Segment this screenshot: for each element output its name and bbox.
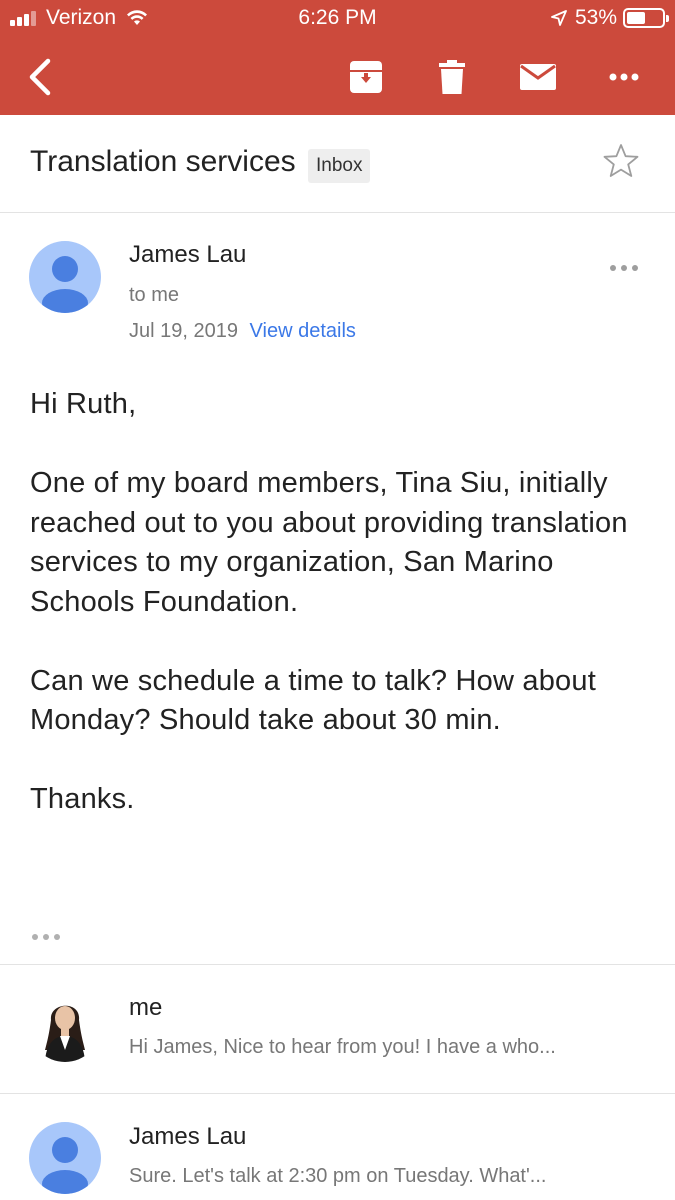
divider xyxy=(0,964,675,965)
subject-row: Translation services Inbox xyxy=(0,115,675,213)
trash-icon[interactable] xyxy=(432,38,472,115)
thread-snippet: Sure. Let's talk at 2:30 pm on Tuesday. … xyxy=(129,1165,547,1187)
battery-percent: 53% xyxy=(574,6,617,29)
email-subject: Translation services xyxy=(30,145,296,178)
paragraph-2: Can we schedule a time to talk? How abou… xyxy=(30,664,596,737)
back-arrow-icon[interactable] xyxy=(20,38,60,115)
app-header: Verizon 6:26 PM 53% xyxy=(0,0,675,115)
view-details-link[interactable]: View details xyxy=(250,320,356,342)
location-arrow-icon xyxy=(551,10,567,26)
star-icon[interactable] xyxy=(603,143,639,184)
message-more-icon[interactable] xyxy=(609,259,639,277)
status-bar: Verizon 6:26 PM 53% xyxy=(0,0,675,38)
inbox-label[interactable]: Inbox xyxy=(308,149,371,183)
recipient-line: to me xyxy=(129,284,180,306)
more-icon[interactable] xyxy=(604,38,644,115)
paragraph-1: One of my board members, Tina Siu, initi… xyxy=(30,467,628,618)
greeting: Hi Ruth, xyxy=(30,388,137,420)
battery-icon xyxy=(623,8,669,28)
sender-avatar xyxy=(29,241,101,313)
sender-name: James Lau xyxy=(129,241,247,268)
message-date: Jul 19, 2019 xyxy=(129,320,238,342)
quoted-text-toggle-icon[interactable] xyxy=(31,928,61,946)
person-icon xyxy=(42,256,88,313)
sender-avatar xyxy=(29,1122,101,1194)
thread-sender: James Lau xyxy=(129,1123,247,1150)
message-body: Hi Ruth, One of my board members, Tina S… xyxy=(30,385,630,859)
archive-icon[interactable] xyxy=(345,38,387,115)
thread-snippet: Hi James, Nice to hear from you! I have … xyxy=(129,1036,556,1058)
profile-photo-icon xyxy=(45,1005,85,1062)
closing: Thanks. xyxy=(30,783,135,815)
toolbar xyxy=(0,38,675,115)
date-line: Jul 19, 2019 View details xyxy=(129,320,356,343)
divider xyxy=(0,1093,675,1094)
person-icon xyxy=(42,1137,88,1194)
mail-icon[interactable] xyxy=(516,38,560,115)
me-avatar xyxy=(29,990,101,1062)
thread-sender: me xyxy=(129,994,163,1021)
